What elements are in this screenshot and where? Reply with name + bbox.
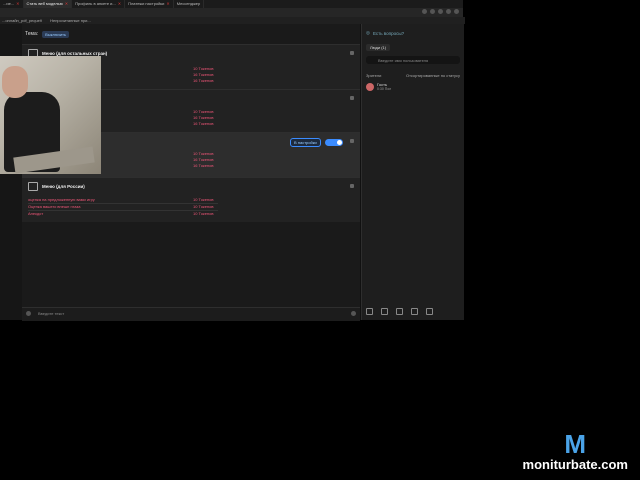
webcam-preview	[0, 56, 101, 174]
menu-icon[interactable]	[454, 9, 459, 14]
card-options-icon[interactable]	[350, 184, 354, 188]
token-price: 10 Токенов	[193, 197, 214, 202]
tab-label: Мессенджер	[176, 1, 201, 6]
close-icon[interactable]: ✕	[118, 0, 121, 8]
browser-tab-active[interactable]: Стать веб моделью ✕	[23, 0, 73, 8]
close-icon[interactable]: ✕	[65, 0, 68, 8]
tab-label: Стать веб моделью	[26, 1, 63, 6]
menu-row[interactable]: Анекдот 10 Токенов	[28, 211, 218, 217]
browser-tab[interactable]: Профиль в анкете и... ✕	[72, 0, 126, 8]
close-icon[interactable]: ✕	[166, 0, 169, 8]
token-price: 16 Токенов	[193, 78, 214, 83]
close-icon[interactable]: ✕	[16, 0, 19, 8]
help-link[interactable]: ◎ Есть вопросы?	[366, 30, 404, 36]
browser-tab[interactable]: Платежи настройки ✕	[125, 0, 174, 8]
tab-label: ...ие...	[3, 1, 15, 6]
question-icon: ◎	[366, 30, 370, 35]
viewer-meta: 0:30 Пол	[377, 87, 392, 91]
menu-list-icon	[28, 182, 38, 191]
viewers-header: Зрители Отсортированные по статусу	[366, 73, 460, 78]
chat-bar: Введите текст	[22, 307, 360, 321]
menu-card-header: Меню (для России)	[28, 182, 85, 191]
token-price: 10 Токенов	[193, 109, 214, 114]
menu-title: Меню (для России)	[42, 184, 85, 189]
token-price: 16 Токенов	[193, 157, 214, 162]
watermark-logo: M	[564, 429, 587, 459]
bookmark-item[interactable]: Непрочитанные при...	[50, 18, 91, 23]
token-price: 16 Токенов	[193, 115, 214, 120]
profile-icon[interactable]	[446, 9, 451, 14]
browser-tab[interactable]: Мессенджер	[174, 0, 205, 8]
watermark-text: moniturbate.com	[522, 457, 628, 472]
token-price: 10 Токенов	[193, 66, 214, 71]
token-price: 16 Токенов	[193, 121, 214, 126]
menu-toggle[interactable]	[325, 139, 343, 146]
browser-toolbar-icons	[422, 9, 459, 14]
chat-icon[interactable]	[381, 308, 388, 315]
right-sidebar: ◎ Есть вопросы? Люди (1) Введите имя пол…	[361, 24, 464, 320]
sidebar-bottom-icons	[366, 308, 433, 315]
webcam-head	[2, 66, 28, 98]
card-options-icon[interactable]	[350, 51, 354, 55]
browser-tab[interactable]: ...ие... ✕	[0, 0, 24, 8]
tab-label: Платежи настройки	[128, 1, 165, 6]
token-price: 10 Токенов	[193, 204, 214, 209]
bookmark-item[interactable]: ...онлайн_pdf_pequeñ	[2, 18, 42, 23]
sidebar-tabs: Люди (1)	[366, 43, 460, 51]
emoji-icon[interactable]	[26, 311, 31, 316]
token-price: 16 Токенов	[193, 163, 214, 168]
address-bar[interactable]	[0, 8, 463, 17]
toolbar-label: Тема:	[25, 31, 39, 37]
card-options-icon[interactable]	[350, 139, 354, 143]
bookmark-icon[interactable]	[396, 308, 403, 315]
tab-label: Профиль в анкете и...	[75, 1, 116, 6]
token-price: 16 Токенов	[193, 72, 214, 77]
token-price: 10 Токенов	[193, 151, 214, 156]
viewer-row[interactable]: Гость 0:30 Пол	[366, 82, 460, 92]
token-price: 10 Токенов	[193, 211, 214, 216]
theme-toggle-button[interactable]: Выключить	[42, 30, 69, 38]
bookmarks-bar: ...онлайн_pdf_pequeñ Непрочитанные при..…	[0, 17, 465, 24]
panel-toolbar: Тема: Выключить	[22, 29, 363, 39]
settings-chip[interactable]: В настройки	[290, 138, 321, 147]
message-icon[interactable]	[411, 308, 418, 315]
card-options-icon[interactable]	[350, 96, 354, 100]
extension-icon[interactable]	[422, 9, 427, 14]
send-icon[interactable]	[351, 311, 356, 316]
extension-icon[interactable]	[430, 9, 435, 14]
browser-tab-bar: ...ие... ✕ Стать веб моделью ✕ Профиль в а…	[0, 0, 463, 8]
site-watermark: M moniturbate.com	[523, 431, 628, 472]
extension-icon[interactable]	[438, 9, 443, 14]
user-icon[interactable]	[366, 308, 373, 315]
avatar	[366, 83, 374, 91]
tab-people[interactable]: Люди (1)	[366, 43, 391, 51]
sort-dropdown[interactable]: Отсортированные по статусу	[406, 73, 460, 78]
menu-card: Меню (для России) оценка на предложенную…	[22, 177, 360, 222]
chat-input[interactable]: Введите текст	[38, 311, 64, 316]
settings-icon[interactable]	[426, 308, 433, 315]
user-search-input[interactable]: Введите имя пользователя	[366, 56, 460, 64]
